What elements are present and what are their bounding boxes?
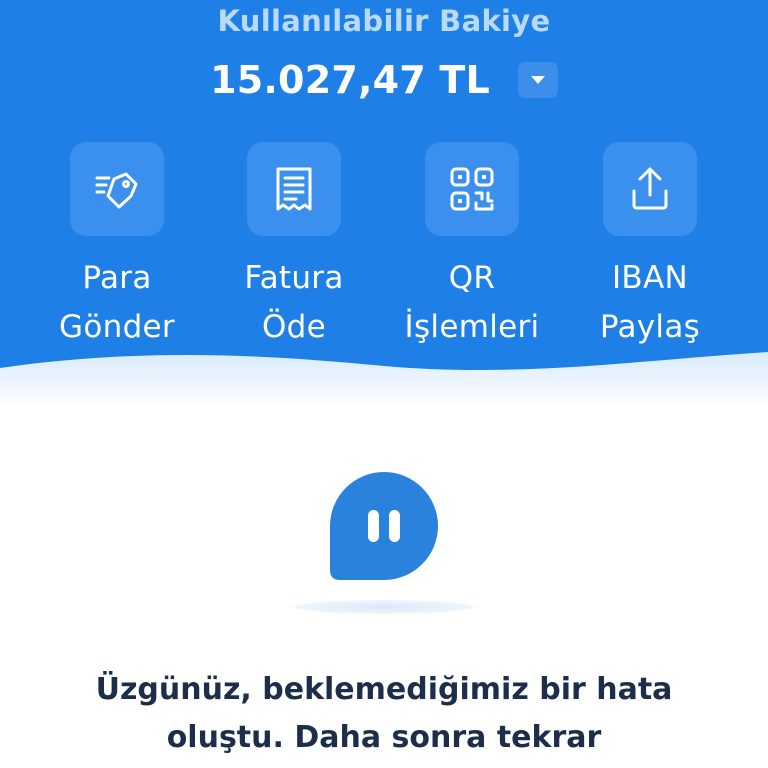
illustration-shadow <box>294 600 474 614</box>
quick-actions: Para Gönder Fatura Öde QR İşlemleri IBAN… <box>0 142 768 352</box>
wallet-screen: Kullanılabilir Bakiye 15.027,47 TL Para … <box>0 0 768 768</box>
share-iban-label: IBAN Paylaş <box>599 260 701 345</box>
balance-row: 15.027,47 TL <box>0 52 768 108</box>
qr-operations-label: QR İşlemleri <box>404 260 540 345</box>
paused-chat-bubble-icon <box>330 472 438 580</box>
pay-bill-button[interactable]: Fatura Öde <box>205 142 383 352</box>
pay-bill-tile[interactable] <box>247 142 341 236</box>
send-money-icon <box>95 172 138 209</box>
pay-bill-label: Fatura Öde <box>244 260 344 345</box>
qr-code-icon <box>450 167 494 211</box>
send-money-button[interactable]: Para Gönder <box>28 142 206 352</box>
bill-receipt-icon <box>276 167 312 211</box>
chevron-down-icon <box>530 76 545 84</box>
share-iban-button[interactable]: IBAN Paylaş <box>561 142 739 352</box>
share-upload-icon <box>632 167 668 210</box>
error-message: Üzgünüz, beklemediğimiz bir hata oluştu.… <box>95 672 673 755</box>
send-money-label: Para Gönder <box>59 260 175 345</box>
balance-amount: 15.027,47 TL <box>210 58 490 102</box>
qr-operations-tile[interactable] <box>425 142 519 236</box>
qr-operations-button[interactable]: QR İşlemleri <box>383 142 561 352</box>
send-money-tile[interactable] <box>70 142 164 236</box>
available-balance-label: Kullanılabilir Bakiye <box>217 4 551 38</box>
share-iban-tile[interactable] <box>603 142 697 236</box>
balance-dropdown-button[interactable] <box>517 62 558 98</box>
